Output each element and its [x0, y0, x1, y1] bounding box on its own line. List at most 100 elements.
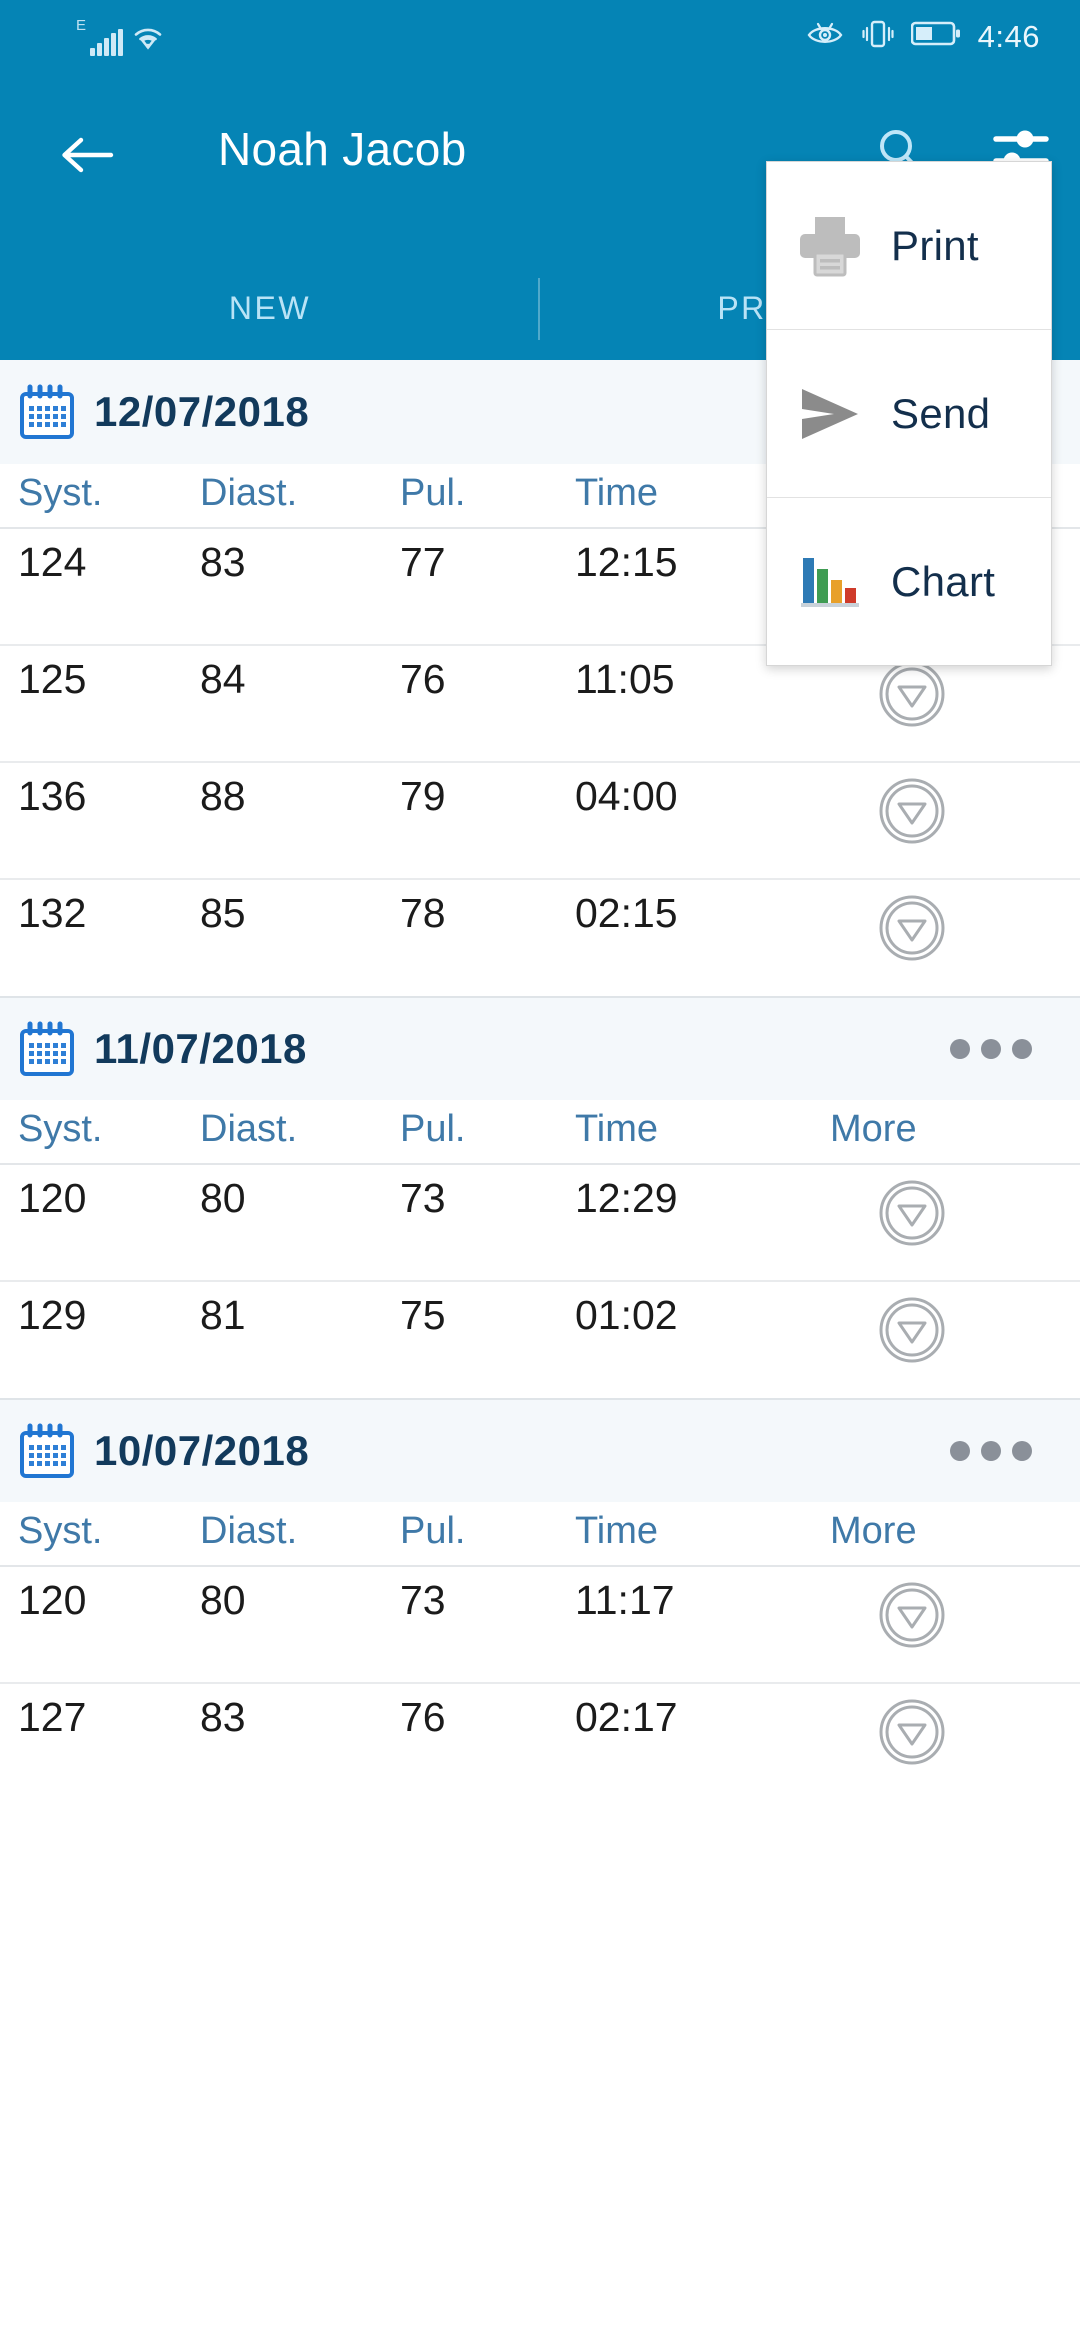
- cell-time: 02:17: [575, 1694, 678, 1740]
- table-row[interactable]: 127 83 76 02:17: [0, 1683, 1080, 1800]
- date-label: 10/07/2018: [94, 1427, 310, 1474]
- battery-icon: [910, 20, 961, 52]
- menu-item-label: Print: [891, 221, 979, 269]
- cell-diast: 83: [200, 528, 400, 646]
- cell-pul: 73: [400, 1566, 575, 1684]
- vibrate-icon: [862, 19, 894, 54]
- expand-down-icon[interactable]: [878, 1296, 946, 1364]
- cell-more: [830, 879, 1080, 996]
- cell-diast: 88: [200, 762, 400, 880]
- column-header-syst: Syst.: [0, 1502, 200, 1567]
- table-row[interactable]: 120 80 73 12:29: [0, 1164, 1080, 1282]
- expand-down-icon[interactable]: [878, 1698, 946, 1766]
- back-arrow-icon: [62, 137, 114, 173]
- expand-down-icon[interactable]: [878, 660, 946, 728]
- tab-new[interactable]: NEW: [0, 268, 540, 360]
- column-header-more: More: [830, 1502, 1080, 1567]
- cell-diast: 83: [200, 1694, 246, 1740]
- cell-syst: 120: [0, 1164, 200, 1282]
- calendar-icon: [18, 1422, 76, 1480]
- column-header-more: More: [830, 1100, 1080, 1165]
- send-arrow-icon: [793, 377, 867, 451]
- date-label: 11/07/2018: [94, 1025, 307, 1072]
- table-row[interactable]: 136 88 79 04:00: [0, 762, 1080, 880]
- cell-syst: 120: [0, 1566, 200, 1684]
- status-bar-right: 4:46: [807, 16, 1040, 56]
- cell-more: [830, 1566, 1080, 1684]
- cell-pul: 73: [400, 1164, 575, 1282]
- menu-item-chart[interactable]: Chart: [767, 498, 1051, 666]
- column-header-pul: Pul.: [400, 1100, 575, 1165]
- table-header-row: Syst. Diast. Pul. Time More: [0, 1100, 1080, 1165]
- table-row[interactable]: 129 81 75 01:02: [0, 1281, 1080, 1398]
- menu-item-label: Chart: [891, 558, 996, 605]
- cell-syst: 132: [18, 890, 87, 936]
- column-header-diast: Diast.: [200, 464, 400, 529]
- cell-time: 02:15: [575, 890, 678, 936]
- cell-diast: 80: [200, 1164, 400, 1282]
- menu-item-send[interactable]: Send: [767, 330, 1051, 498]
- cell-time: 01:02: [575, 1292, 678, 1338]
- cell-diast: 85: [200, 890, 246, 936]
- status-bar-clock: 4:46: [977, 18, 1040, 54]
- cell-more: [830, 1164, 1080, 1282]
- calendar-icon: [18, 383, 76, 441]
- column-header-pul: Pul.: [400, 464, 575, 529]
- date-label: 12/07/2018: [94, 388, 310, 435]
- cell-pul: 77: [400, 528, 575, 646]
- menu-item-label: Send: [891, 389, 991, 437]
- back-button[interactable]: [50, 125, 124, 185]
- column-header-syst: Syst.: [0, 1100, 200, 1165]
- more-options-icon[interactable]: [950, 1039, 1032, 1059]
- column-header-time: Time: [575, 1502, 830, 1567]
- column-header-syst: Syst.: [0, 464, 200, 529]
- expand-down-icon[interactable]: [878, 894, 946, 962]
- column-header-pul: Pul.: [400, 1502, 575, 1567]
- cell-more: [830, 762, 1080, 880]
- cell-diast: 81: [200, 1292, 246, 1338]
- overflow-menu: Print Send Chart: [766, 161, 1052, 666]
- readings-table: Syst. Diast. Pul. Time More 120 80 73 12…: [0, 1100, 1080, 1398]
- column-header-diast: Diast.: [200, 1100, 400, 1165]
- cell-pul: 78: [400, 890, 446, 936]
- readings-table: Syst. Diast. Pul. Time More 120 80 73 11…: [0, 1502, 1080, 1800]
- page-title: Noah Jacob: [218, 123, 467, 175]
- cell-syst: 127: [18, 1694, 87, 1740]
- expand-down-icon[interactable]: [878, 1581, 946, 1649]
- cell-syst: 129: [18, 1292, 87, 1338]
- cell-more: [830, 1281, 1080, 1398]
- status-bar: E 4:46: [0, 0, 1080, 68]
- signal-bars-icon: [90, 29, 124, 56]
- table-row[interactable]: 132 85 78 02:15: [0, 879, 1080, 996]
- cell-pul: 75: [400, 1292, 446, 1338]
- cell-syst: 136: [0, 762, 200, 880]
- menu-item-print[interactable]: Print: [767, 162, 1051, 330]
- cell-time: 04:00: [575, 762, 830, 880]
- cell-syst: 124: [0, 528, 200, 646]
- expand-down-icon[interactable]: [878, 777, 946, 845]
- cell-diast: 84: [200, 645, 400, 763]
- table-row[interactable]: 120 80 73 11:17: [0, 1566, 1080, 1684]
- table-header-row: Syst. Diast. Pul. Time More: [0, 1502, 1080, 1567]
- date-section-header: 10/07/2018: [0, 1398, 1080, 1502]
- wifi-icon: [132, 25, 164, 56]
- cell-pul: 76: [400, 1694, 446, 1740]
- cell-syst: 125: [0, 645, 200, 763]
- network-type-label: E: [76, 17, 87, 34]
- calendar-icon: [18, 1020, 76, 1078]
- column-header-diast: Diast.: [200, 1502, 400, 1567]
- date-section-header: 11/07/2018: [0, 996, 1080, 1100]
- printer-icon: [793, 209, 867, 283]
- column-header-time: Time: [575, 1100, 830, 1165]
- cell-time: 11:17: [575, 1566, 830, 1684]
- eye-comfort-icon: [807, 21, 845, 52]
- cell-more: [830, 1683, 1080, 1800]
- app-root: E 4:46 Noah Jacob NEW 12/07/2018 Syst. D…: [0, 0, 1080, 2339]
- cell-diast: 80: [200, 1566, 400, 1684]
- expand-down-icon[interactable]: [878, 1179, 946, 1247]
- cell-pul: 76: [400, 645, 575, 763]
- bar-chart-icon: [793, 545, 867, 619]
- more-options-icon[interactable]: [950, 1441, 1032, 1461]
- cell-pul: 79: [400, 762, 575, 880]
- cell-time: 12:29: [575, 1164, 830, 1282]
